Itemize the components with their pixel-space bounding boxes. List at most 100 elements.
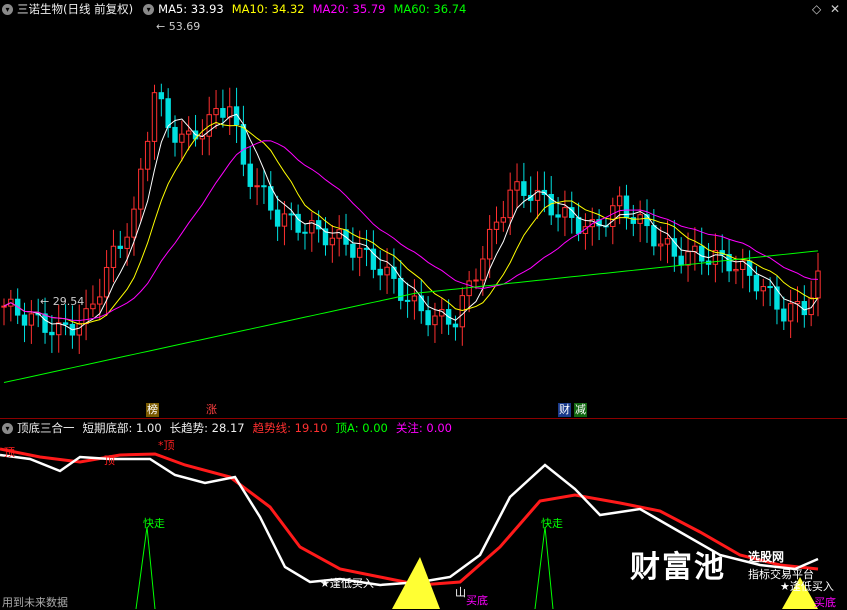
candle-body — [172, 126, 178, 143]
fast-exit-spike-1 — [135, 526, 156, 609]
future-data-footer: 用到未来数据 — [2, 596, 68, 609]
candlestick-chart[interactable] — [0, 18, 847, 416]
candle-body — [144, 140, 151, 170]
indicator-header: ▾ 顶底三合一 短期底部: 1.00 长趋势: 28.17 趋势线: 19.10… — [0, 419, 460, 437]
candle-body — [233, 106, 240, 126]
candle-body — [480, 258, 486, 281]
candle-body — [97, 296, 103, 305]
candle-body — [247, 163, 253, 187]
candle-body — [76, 323, 82, 336]
fast-exit-label-1: 快走 — [143, 517, 165, 530]
buy-bottom-label-2: 买底 — [814, 596, 836, 609]
expand-icon[interactable]: ◇ — [812, 2, 821, 16]
long-trend-value: 长趋势: 28.17 — [169, 421, 245, 435]
event-tag-jian[interactable]: 减 — [574, 403, 587, 417]
candle-body — [21, 314, 28, 326]
candle-body — [733, 268, 739, 272]
collapse-toggle-icon[interactable]: ▾ — [2, 3, 13, 15]
candle-body — [452, 323, 459, 328]
candle-body — [815, 270, 821, 299]
candle-body — [787, 303, 794, 322]
candle-body — [83, 308, 89, 325]
indicator-name: 顶底三合一 — [17, 421, 75, 435]
ma60-value: MA60: 36.74 — [393, 2, 467, 16]
candle-body — [753, 274, 760, 292]
ma5-line — [3, 113, 819, 331]
event-tag-cai[interactable]: 财 — [558, 403, 571, 417]
ma60-line — [3, 250, 819, 384]
candle-body — [685, 251, 691, 266]
low-value: 29.54 — [52, 295, 85, 308]
candle-body — [281, 213, 288, 227]
candle-body — [42, 313, 48, 333]
ma10-value: MA10: 34.32 — [231, 2, 305, 16]
candle-body — [49, 331, 55, 336]
candle-body — [131, 208, 137, 238]
candle-body — [500, 217, 507, 223]
candle-body — [103, 266, 110, 298]
candle-body — [363, 247, 370, 250]
stock-title: 三诺生物(日线 前复权) — [17, 2, 134, 16]
candle-body — [555, 214, 561, 218]
candle-body — [302, 231, 308, 234]
high-value: 53.69 — [168, 20, 201, 33]
candle-body — [124, 236, 130, 249]
candle-body — [1, 305, 7, 308]
candle-body — [261, 185, 267, 188]
candle-body — [781, 308, 787, 322]
candle-body — [411, 295, 418, 302]
candle-body — [657, 243, 664, 247]
event-tag-zhang[interactable]: 涨 — [205, 403, 218, 417]
candle-body — [507, 189, 513, 219]
candle-body — [391, 266, 397, 279]
ma20-value: MA20: 35.79 — [312, 2, 386, 16]
focus-value: 关注: 0.00 — [395, 421, 452, 435]
high-annotation: ← 53.69 — [156, 20, 201, 33]
buy-bottom-label-1: 买底 — [466, 594, 488, 607]
candle-body — [678, 255, 684, 266]
fast-exit-label-2: 快走 — [541, 517, 563, 530]
candle-body — [220, 108, 226, 118]
ma5-value: MA5: 33.93 — [158, 2, 224, 16]
candle-body — [575, 216, 582, 234]
candle-body — [404, 299, 411, 302]
top-label-1: 顶 — [4, 446, 15, 459]
candle-body — [384, 266, 390, 276]
candle-body — [350, 243, 356, 258]
candle-body — [610, 205, 616, 227]
watermark-line1: 选股网 — [748, 550, 785, 564]
candle-body — [62, 322, 69, 325]
candle-body — [213, 108, 219, 116]
candle-body — [521, 181, 527, 196]
candle-body — [692, 245, 698, 253]
candle-body — [138, 168, 144, 210]
short-bottom-value: 短期底部: 1.00 — [82, 421, 162, 435]
candle-body — [356, 247, 363, 258]
candle-body — [274, 209, 281, 227]
ma-settings-icon[interactable]: ▾ — [143, 3, 155, 15]
candle-body — [767, 286, 773, 289]
event-tag-bang[interactable]: 榜 — [146, 403, 159, 417]
indicator-toggle-icon[interactable]: ▾ — [2, 422, 13, 434]
top-a-value: 顶A: 0.00 — [335, 421, 388, 435]
candle-body — [158, 92, 165, 100]
candle-body — [329, 237, 336, 246]
top-label-3: *顶 — [158, 439, 175, 452]
candle-body — [801, 301, 808, 316]
candle-body — [562, 207, 568, 218]
candle-body — [699, 245, 705, 262]
ma20-line — [3, 140, 819, 322]
candle-body — [493, 221, 500, 230]
candle-body — [240, 124, 247, 165]
shan-label: 山 — [455, 586, 466, 599]
candle-body — [514, 181, 520, 191]
candle-body — [473, 279, 479, 282]
candle-body — [56, 322, 62, 336]
candle-body — [254, 185, 260, 188]
close-icon[interactable]: ✕ — [830, 2, 840, 16]
candle-body — [760, 286, 766, 292]
candle-body — [90, 303, 96, 310]
fast-exit-spike-2 — [534, 526, 554, 609]
low-annotation: ← 29.54 — [40, 295, 85, 308]
candle-body — [165, 98, 171, 128]
